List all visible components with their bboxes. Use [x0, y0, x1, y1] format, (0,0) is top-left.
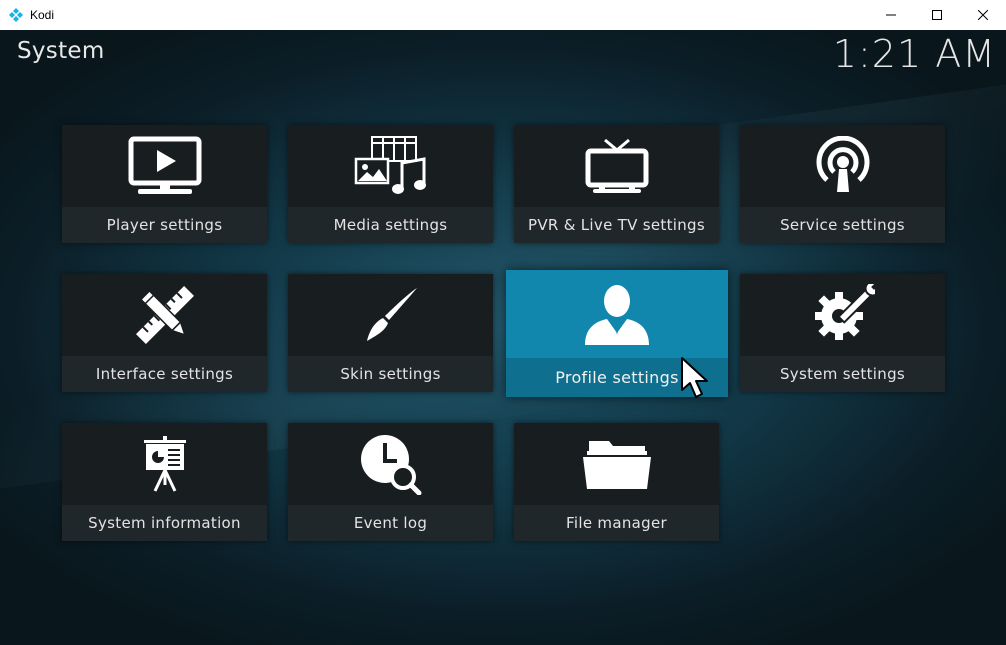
tile-label: Media settings [333, 216, 448, 234]
minimize-icon [886, 14, 896, 16]
mouse-cursor-icon [681, 357, 708, 398]
clock: 1:21 AM [832, 32, 996, 76]
folder-icon [582, 441, 651, 489]
tile-label: Profile settings [555, 368, 679, 387]
tile-media-settings[interactable]: Media settings [288, 125, 493, 243]
gear-wrench-icon [814, 284, 875, 340]
tile-label: File manager [566, 514, 667, 532]
tile-skin-settings[interactable]: Skin settings [288, 274, 493, 392]
close-icon [978, 10, 988, 20]
close-button[interactable] [960, 0, 1006, 30]
maximize-button[interactable] [914, 0, 960, 30]
paintbrush-icon [366, 288, 417, 341]
tile-event-log[interactable]: Event log [288, 423, 493, 541]
window-title-bar: Kodi [0, 0, 1006, 30]
tile-label: Event log [353, 514, 428, 532]
tile-service-settings[interactable]: Service settings [740, 125, 945, 243]
tile-system-settings[interactable]: System settings [740, 274, 945, 392]
media-icon [354, 136, 426, 194]
tile-label: PVR & Live TV settings [528, 216, 705, 234]
pencil-ruler-icon [135, 286, 194, 344]
play-screen-icon [128, 136, 201, 194]
clock-search-icon [360, 435, 421, 495]
tile-player-settings[interactable]: Player settings [62, 125, 267, 243]
minimize-button[interactable] [868, 0, 914, 30]
broadcast-icon [816, 136, 869, 192]
kodi-main-area: System 1:21 AM Player settings Media set… [0, 30, 1006, 645]
presentation-board-icon [143, 436, 186, 492]
page-title: System [17, 38, 105, 64]
tile-label: System settings [779, 365, 906, 383]
tile-system-information[interactable]: System information [62, 423, 267, 541]
tile-label: Interface settings [95, 365, 234, 383]
tile-label: Skin settings [340, 365, 441, 383]
tile-pvr-live-tv-settings[interactable]: PVR & Live TV settings [514, 125, 719, 243]
tile-label: Player settings [106, 216, 223, 234]
tile-label: Service settings [780, 216, 905, 234]
tile-file-manager[interactable]: File manager [514, 423, 719, 541]
user-icon [585, 285, 649, 345]
tv-icon [585, 138, 648, 193]
kodi-logo-icon [9, 8, 23, 22]
window-title: Kodi [30, 8, 55, 22]
tile-label: System information [88, 514, 241, 532]
maximize-icon [932, 10, 942, 20]
tile-interface-settings[interactable]: Interface settings [62, 274, 267, 392]
